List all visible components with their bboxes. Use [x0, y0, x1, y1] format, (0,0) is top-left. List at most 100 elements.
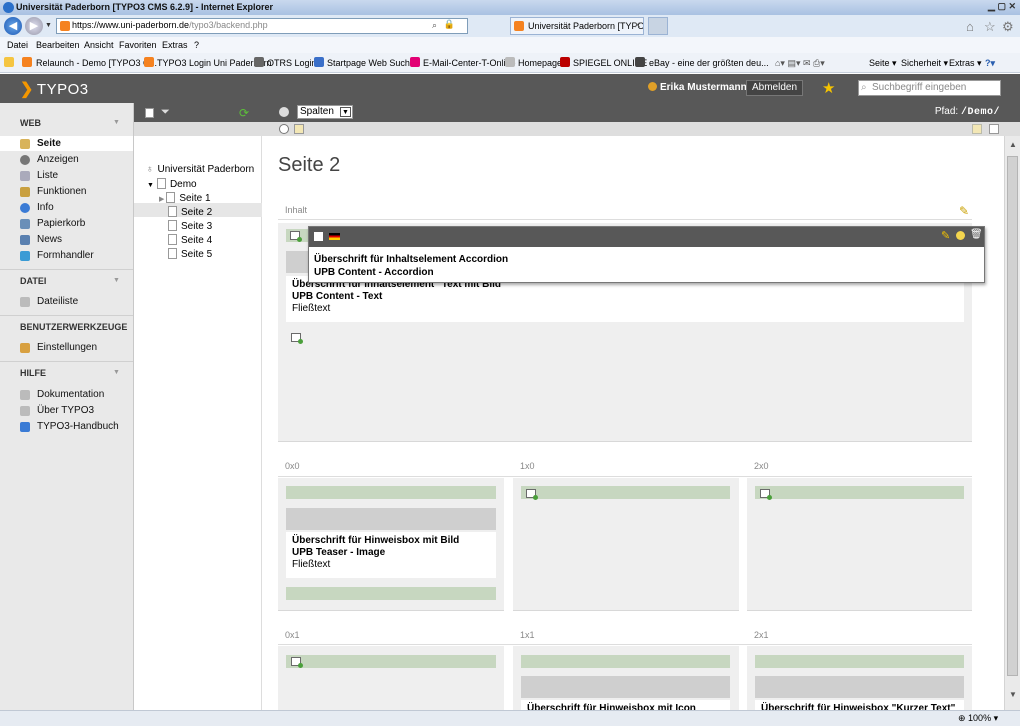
module-seite[interactable]: Seite — [0, 136, 133, 151]
popup-text: Überschrift für Inhaltselement Accordion… — [314, 253, 508, 279]
favorites-star-icon[interactable]: ☆ — [984, 19, 996, 35]
fav-email-center[interactable]: E-Mail-Center-T-Online — [423, 58, 516, 68]
content-element-header[interactable] — [286, 655, 496, 668]
menu-ansicht[interactable]: Ansicht — [84, 40, 114, 50]
user-menu[interactable]: Erika Mustermann — [648, 82, 747, 93]
cmd-sicherheit[interactable]: Sicherheit ▾ — [901, 58, 948, 69]
module-dokumentation[interactable]: Dokumentation — [0, 387, 133, 402]
content-scrollbar[interactable]: ▲ ▼ — [1004, 136, 1020, 714]
module-papierkorb[interactable]: Papierkorb — [0, 216, 133, 231]
content-element-header[interactable] — [521, 655, 730, 668]
group-web[interactable]: WEB — [20, 118, 41, 128]
collapse-arrow-icon[interactable]: ▼ — [113, 277, 120, 284]
content-element-teaser-image[interactable]: Überschrift für Hinweisbox mit Bild UPB … — [286, 532, 496, 578]
view-select[interactable]: Spalten ▼ — [297, 105, 353, 119]
new-content-icon[interactable] — [291, 657, 303, 668]
tab-close-icon[interactable]: ✕ — [633, 20, 641, 31]
new-content-icon[interactable] — [291, 333, 303, 344]
module-liste[interactable]: Liste — [0, 168, 133, 183]
forward-button-icon[interactable]: ▶ — [25, 17, 43, 35]
backend-search-input[interactable]: ⌕ Suchbegriff eingeben — [858, 80, 1001, 96]
edit-pencil-icon[interactable]: ✎ — [959, 204, 969, 218]
tree-node-seite-3[interactable]: Seite 3 — [168, 220, 212, 232]
dragged-content-element[interactable]: ✎ 🗑 Überschrift für Inhaltselement Accor… — [308, 226, 985, 283]
new-content-icon[interactable] — [526, 489, 538, 500]
tree-node-seite-2[interactable]: Seite 2 — [168, 206, 212, 218]
browser-tab-active[interactable]: Universität Paderborn [TYPO... ✕ — [510, 17, 644, 35]
fav-ebay[interactable]: eBay - eine der größten deu... — [649, 58, 769, 68]
menu-datei[interactable]: Datei — [7, 40, 28, 50]
group-datei[interactable]: DATEI — [20, 276, 46, 286]
edit-pencil-icon[interactable]: ✎ — [941, 229, 950, 242]
zoom-control[interactable]: ⊕ 100% ▾ — [958, 713, 998, 724]
home-icon[interactable]: ⌂ — [966, 19, 974, 34]
module-info[interactable]: Info — [0, 200, 133, 215]
back-button-icon[interactable]: ◀ — [4, 17, 22, 35]
hide-bulb-icon[interactable] — [956, 231, 965, 240]
page-title: Seite 2 — [278, 154, 341, 176]
fav-icon-telekom — [410, 57, 420, 67]
module-typo3-handbuch[interactable]: TYPO3-Handbuch — [0, 419, 133, 434]
module-formhandler[interactable]: Formhandler — [0, 248, 133, 263]
help-icon[interactable]: ?▾ — [985, 58, 995, 69]
window-controls[interactable]: ▁ ▢ ✕ — [988, 1, 1016, 12]
new-tab-button[interactable] — [648, 17, 668, 35]
new-page-icon[interactable] — [145, 108, 154, 118]
menu-help[interactable]: ? — [194, 40, 199, 50]
fav-relaunch[interactable]: Relaunch - Demo [TYPO3 C... — [36, 58, 157, 68]
fav-startpage[interactable]: Startpage Web Suchen — [327, 58, 420, 68]
new-content-icon[interactable] — [989, 124, 999, 134]
logout-button[interactable]: Abmelden — [746, 80, 804, 96]
chevron-down-icon: ▼ — [340, 107, 351, 117]
filter-icon[interactable]: ⏷ — [161, 106, 170, 119]
lock-icon[interactable]: 🔒 — [444, 19, 455, 30]
page-properties-icon[interactable] — [972, 124, 982, 134]
content-element-header[interactable] — [755, 486, 964, 499]
menu-bearbeiten[interactable]: Bearbeiten — [36, 40, 80, 50]
history-dropdown-icon[interactable]: ▼ — [45, 22, 52, 29]
module-anzeigen[interactable]: Anzeigen — [0, 152, 133, 167]
collapse-arrow-icon[interactable]: ▼ — [113, 369, 120, 376]
tree-node-demo[interactable]: ▼ Demo — [147, 178, 197, 190]
module-dateiliste[interactable]: Dateiliste — [0, 294, 133, 309]
new-content-icon[interactable] — [760, 489, 772, 500]
new-content-icon[interactable] — [290, 231, 302, 242]
view-page-icon[interactable] — [279, 124, 289, 134]
content-element-header[interactable] — [286, 486, 496, 499]
cmd-seite[interactable]: Seite ▾ — [869, 58, 897, 69]
tree-root[interactable]: ♁ Universität Paderborn — [146, 164, 254, 175]
tree-node-seite-4[interactable]: Seite 4 — [168, 234, 212, 246]
search-icon[interactable]: ⌕ — [432, 20, 437, 31]
fav-otrs[interactable]: OTRS Login — [267, 58, 317, 68]
settings-gear-icon[interactable]: ⚙ — [1002, 19, 1014, 35]
expand-arrow-icon[interactable]: ▶ — [159, 196, 164, 203]
content-element-header[interactable] — [521, 486, 730, 499]
fav-icon-startpage — [314, 57, 324, 67]
content-element-header[interactable] — [755, 655, 964, 668]
command-bar-icons[interactable]: ⌂▾ ▤▾ ✉ ⎙▾ — [775, 58, 825, 69]
delete-trash-icon[interactable]: 🗑 — [970, 229, 983, 240]
bookmarks-star-icon[interactable]: ★ — [822, 79, 835, 97]
typo3-logo[interactable]: ❯ TYPO3 — [20, 79, 89, 99]
cmd-extras[interactable]: Extras ▾ — [949, 58, 982, 69]
address-field[interactable]: https://www.uni-paderborn.de/typo3/backe… — [56, 18, 468, 34]
module-einstellungen[interactable]: Einstellungen — [0, 340, 133, 355]
scroll-up-icon[interactable]: ▲ — [1009, 140, 1017, 149]
edit-page-icon[interactable] — [294, 124, 304, 134]
fav-homepage[interactable]: Homepage — [518, 58, 562, 68]
module-funktionen[interactable]: Funktionen — [0, 184, 133, 199]
module-ueber-typo3[interactable]: Über TYPO3 — [0, 403, 133, 418]
group-benutzerwerkzeuge[interactable]: BENUTZERWERKZEUGE — [20, 322, 127, 332]
menu-extras[interactable]: Extras — [162, 40, 188, 50]
group-hilfe[interactable]: HILFE — [20, 368, 46, 378]
scroll-thumb[interactable] — [1007, 156, 1018, 676]
expand-arrow-icon[interactable]: ▼ — [147, 182, 154, 189]
tree-node-seite-1[interactable]: ▶ Seite 1 — [159, 192, 211, 204]
refresh-icon[interactable]: ⟳ — [239, 106, 249, 120]
clear-cache-icon[interactable] — [279, 107, 289, 117]
module-news[interactable]: News — [0, 232, 133, 247]
tree-node-seite-5[interactable]: Seite 5 — [168, 248, 212, 260]
collapse-arrow-icon[interactable]: ▼ — [113, 119, 120, 126]
menu-favoriten[interactable]: Favoriten — [119, 40, 157, 50]
scroll-down-icon[interactable]: ▼ — [1009, 690, 1017, 699]
